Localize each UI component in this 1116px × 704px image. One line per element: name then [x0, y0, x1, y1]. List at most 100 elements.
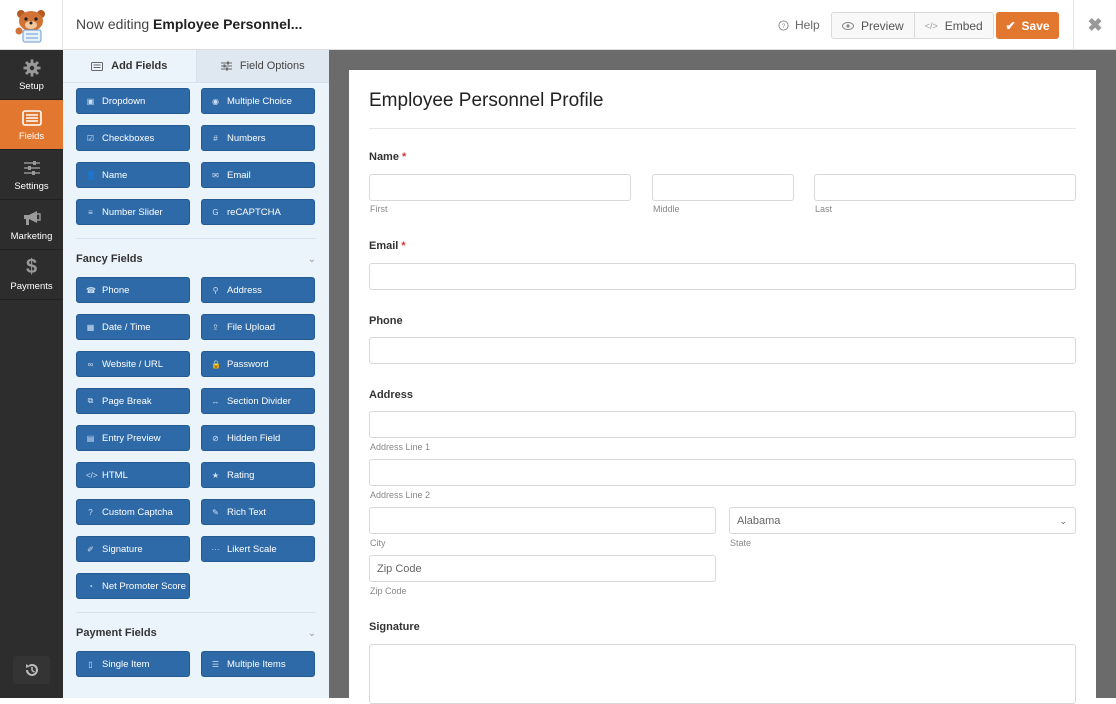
sliders-icon	[22, 158, 42, 178]
phone-field-label[interactable]: Phone	[369, 315, 403, 327]
nav-item-payments[interactable]: $ Payments	[0, 250, 63, 300]
last-name-input[interactable]	[814, 174, 1076, 201]
signature-pad[interactable]	[369, 644, 1076, 704]
fields-list-icon	[21, 108, 42, 128]
zip-placeholder: Zip Code	[377, 562, 422, 575]
field-button-label: Likert Scale	[227, 543, 277, 555]
state-select[interactable]: Alabama ⌄	[729, 507, 1076, 534]
help-button[interactable]: ? Help	[778, 18, 820, 32]
field-button-net-promoter-score[interactable]: ◔ Net Promoter Score	[76, 573, 190, 599]
field-button-label: Number Slider	[102, 206, 163, 218]
middle-name-input[interactable]	[652, 174, 794, 201]
field-button-label: Signature	[102, 543, 143, 555]
email-label-text: Email	[369, 240, 399, 252]
field-button-single-item[interactable]: ▯ Single Item	[76, 651, 190, 677]
field-button-password[interactable]: 🔒 Password	[201, 351, 315, 377]
address-line1-input[interactable]	[369, 411, 1076, 438]
field-button-section-divider[interactable]: ↔ Section Divider	[201, 388, 315, 414]
field-button-multiple-choice[interactable]: ◉ Multiple Choice	[201, 88, 315, 114]
email-input[interactable]	[369, 263, 1076, 290]
zip-sublabel: Zip Code	[370, 586, 407, 596]
tab-add-fields[interactable]: Add Fields	[63, 50, 196, 82]
field-button-page-break[interactable]: ⧉ Page Break	[76, 388, 190, 414]
field-button-label: Single Item	[102, 658, 150, 670]
nav-item-fields[interactable]: Fields	[0, 100, 63, 150]
field-button-dropdown[interactable]: ▣ Dropdown	[76, 88, 190, 114]
payment-fields-title: Payment Fields	[76, 627, 157, 639]
address-field-label[interactable]: Address	[369, 389, 413, 401]
field-button-name[interactable]: 👤 Name	[76, 162, 190, 188]
fancy-fields-header[interactable]: Fancy Fields ⌄	[76, 238, 316, 265]
nav-label-settings: Settings	[14, 180, 49, 192]
field-button-rating[interactable]: ★ Rating	[201, 462, 315, 488]
field-button-signature[interactable]: ✐ Signature	[76, 536, 190, 562]
field-button-date-time[interactable]: ▦ Date / Time	[76, 314, 190, 340]
signature-field-label[interactable]: Signature	[369, 621, 420, 633]
field-button-label: Checkboxes	[102, 132, 155, 144]
field-type-icon: ☰	[211, 659, 220, 669]
form-name: Employee Personnel...	[153, 16, 303, 32]
field-button-website-url[interactable]: ∞ Website / URL	[76, 351, 190, 377]
field-button-recaptcha[interactable]: GreCAPTCHA	[201, 199, 315, 225]
tab-field-options[interactable]: Field Options	[195, 50, 329, 82]
field-button-file-upload[interactable]: ⇪ File Upload	[201, 314, 315, 340]
zip-code-input[interactable]: Zip Code	[369, 555, 716, 582]
phone-input[interactable]	[369, 337, 1076, 364]
field-button-numbers[interactable]: # Numbers	[201, 125, 315, 151]
field-button-hidden-field[interactable]: ⊘ Hidden Field	[201, 425, 315, 451]
payment-fields-header[interactable]: Payment Fields ⌄	[76, 612, 316, 639]
close-icon: ✖	[1087, 14, 1103, 35]
middle-sublabel: Middle	[653, 204, 680, 214]
field-button-label: Multiple Choice	[227, 95, 292, 107]
field-type-icon: ⇪	[212, 322, 219, 332]
revisions-button[interactable]	[13, 656, 50, 684]
state-select-value: Alabama	[737, 514, 781, 527]
field-type-icon: ⧉	[87, 396, 94, 405]
city-input[interactable]	[369, 507, 716, 534]
field-type-icon: 👤	[86, 170, 96, 180]
field-type-icon: ◔	[88, 581, 93, 591]
field-button-html[interactable]: </> HTML	[76, 462, 190, 488]
standard-fields-grid: ▣ Dropdown ◉ Multiple Choice ☑ Checkboxes # Num…	[63, 83, 329, 225]
first-sublabel: First	[370, 204, 388, 214]
field-button-label: Net Promoter Score	[102, 580, 186, 592]
close-button[interactable]: ✖	[1073, 0, 1116, 50]
nav-item-setup[interactable]: Setup	[0, 50, 63, 100]
code-icon: </>	[924, 20, 938, 31]
field-button-custom-captcha[interactable]: ? Custom Captcha	[76, 499, 190, 525]
fancy-fields-title: Fancy Fields	[76, 253, 143, 265]
form-preview: Employee Personnel Profile Name * First M…	[349, 70, 1096, 704]
preview-button[interactable]: Preview	[832, 13, 914, 38]
field-button-rich-text[interactable]: ✎ Rich Text	[201, 499, 315, 525]
field-button-label: Email	[227, 169, 251, 181]
field-button-entry-preview[interactable]: ▤ Entry Preview	[76, 425, 190, 451]
wpforms-logo	[0, 0, 63, 50]
nav-item-marketing[interactable]: Marketing	[0, 200, 63, 250]
chevron-down-icon: ⌄	[307, 627, 316, 639]
first-name-input[interactable]	[369, 174, 631, 201]
field-button-likert-scale[interactable]: ··· Likert Scale	[201, 536, 315, 562]
field-button-multiple-items[interactable]: ☰ Multiple Items	[201, 651, 315, 677]
field-button-email[interactable]: ✉ Email	[201, 162, 315, 188]
field-button-phone[interactable]: ☎ Phone	[76, 277, 190, 303]
email-field-label[interactable]: Email *	[369, 240, 406, 252]
field-button-number-slider[interactable]: ≡ Number Slider	[76, 199, 190, 225]
field-button-label: File Upload	[227, 321, 276, 333]
field-type-icon: 🔒	[211, 359, 221, 369]
save-button[interactable]: ✔ Save	[996, 12, 1059, 39]
checkmark-icon: ✔	[1005, 18, 1016, 33]
name-field-label[interactable]: Name *	[369, 151, 406, 163]
field-button-label: Password	[227, 358, 269, 370]
field-button-label: Address	[227, 284, 262, 296]
field-type-icon: ▦	[86, 322, 95, 332]
nav-item-settings[interactable]: Settings	[0, 150, 63, 200]
nav-label-setup: Setup	[19, 80, 44, 92]
field-type-icon: ≡	[88, 207, 93, 217]
field-button-checkboxes[interactable]: ☑ Checkboxes	[76, 125, 190, 151]
embed-label: Embed	[944, 18, 983, 33]
history-icon	[25, 664, 38, 676]
embed-button[interactable]: </> Embed	[913, 13, 993, 38]
field-button-address[interactable]: ⚲ Address	[201, 277, 315, 303]
svg-text:?: ?	[782, 22, 786, 29]
address-line2-input[interactable]	[369, 459, 1076, 486]
